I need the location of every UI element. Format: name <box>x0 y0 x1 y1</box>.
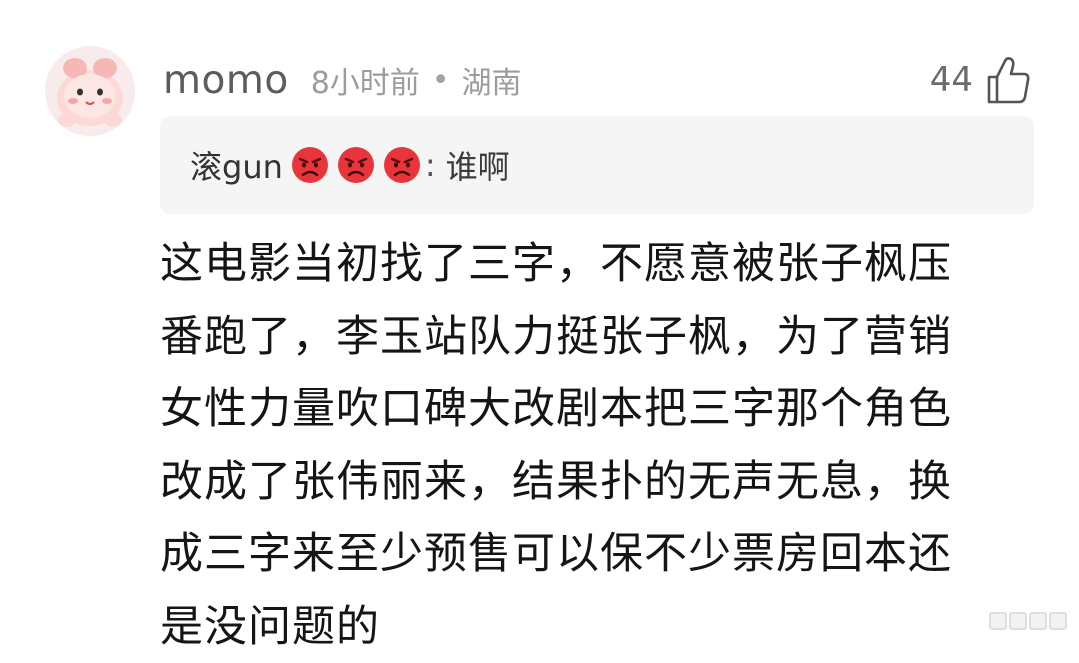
comment-location: 湖南 <box>462 58 522 102</box>
comment-time: 8小时前 <box>311 58 420 102</box>
meta-separator: • <box>432 63 450 98</box>
quoted-reply-text: 谁啊 <box>446 142 510 188</box>
comment-body-line: 是没问题的 <box>160 591 1040 663</box>
cartoon-avatar-icon <box>45 46 135 136</box>
avatar[interactable] <box>45 46 135 136</box>
comment-meta: 8小时前 • 湖南 <box>311 58 522 102</box>
angry-face-icon <box>337 146 375 184</box>
angry-face-icon <box>383 146 421 184</box>
like-button[interactable]: 44 <box>930 52 1031 108</box>
angry-face-icon <box>291 146 329 184</box>
like-count: 44 <box>930 60 973 100</box>
thumbs-up-icon[interactable] <box>985 55 1031 105</box>
watermark <box>989 612 1067 630</box>
comment-body-line: 这电影当初找了三字，不愿意被张子枫压 <box>160 228 1040 301</box>
comment-body-line: 改成了张伟丽来，结果扑的无声无息，换 <box>160 446 1040 519</box>
comment-header: momo 8小时前 • 湖南 <box>163 52 522 108</box>
quoted-reply-colon: : <box>425 146 436 184</box>
username[interactable]: momo <box>163 58 289 103</box>
quoted-reply-author[interactable]: 滚gun <box>190 142 283 188</box>
comment-body-line: 番跑了，李玉站队力挺张子枫，为了营销 <box>160 301 1040 374</box>
comment-body-line: 成三字来至少预售可以保不少票房回本还 <box>160 518 1040 591</box>
comment-body-line: 女性力量吹口碑大改剧本把三字那个角色 <box>160 373 1040 446</box>
comment-body: 这电影当初找了三字，不愿意被张子枫压 番跑了，李玉站队力挺张子枫，为了营销 女性… <box>160 228 1040 663</box>
quoted-reply[interactable]: 滚gun <box>160 116 1034 214</box>
